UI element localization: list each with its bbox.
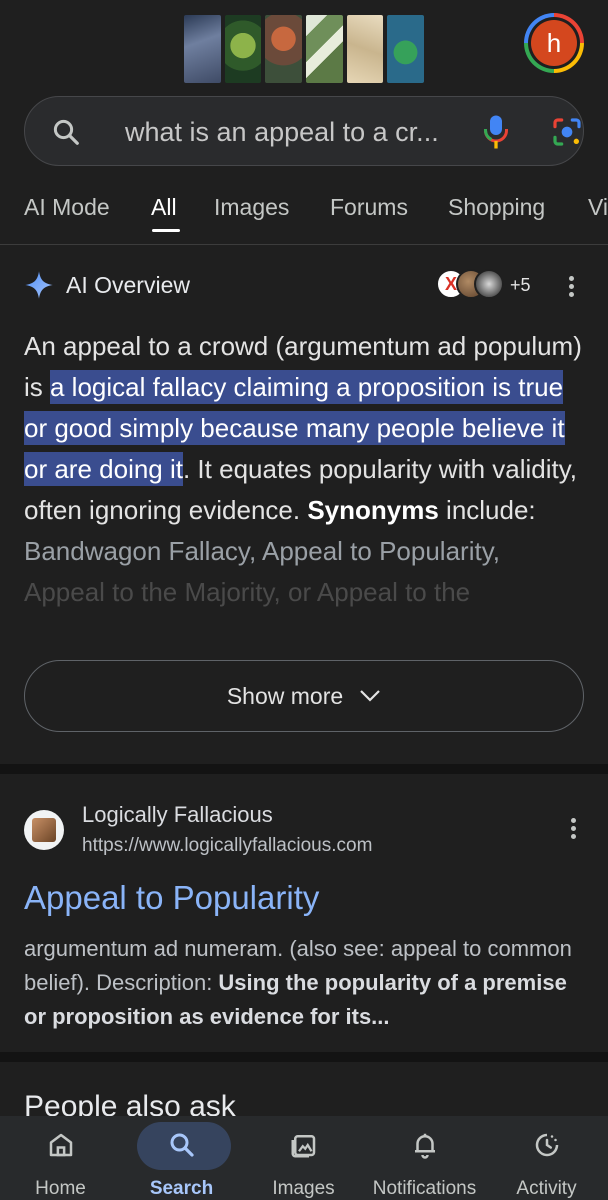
activity-icon (535, 1133, 559, 1157)
source-avatar (474, 269, 504, 299)
ai-bold-text: Synonyms (307, 495, 439, 525)
ai-text: include: (438, 495, 536, 525)
nav-notifications[interactable]: Notifications (364, 1116, 485, 1200)
microphone-icon[interactable] (481, 114, 511, 150)
result-snippet: argumentum ad numeram. (also see: appeal… (24, 932, 586, 1034)
home-icon (49, 1133, 73, 1157)
search-tabs: AI Mode All Images Forums Shopping Vi (0, 180, 608, 244)
more-options-icon[interactable] (568, 276, 574, 298)
ai-overview-title: AI Overview (66, 272, 190, 298)
nav-search[interactable]: Search (121, 1116, 242, 1200)
doodle-tile (265, 15, 303, 83)
google-lens-icon[interactable] (551, 116, 583, 148)
avatar-ring-inner: h (528, 17, 580, 69)
sources-more-count: +5 (510, 275, 531, 295)
doodle-tile (224, 15, 262, 83)
account-avatar-button[interactable]: h (524, 13, 584, 73)
search-query-text[interactable]: what is an appeal to a cr... (125, 97, 439, 167)
doodle-tile (346, 15, 384, 83)
nav-label: Search (149, 1178, 214, 1199)
result-more-options-icon[interactable] (570, 818, 576, 840)
tab-shopping[interactable]: Shopping (448, 194, 545, 221)
active-tab-indicator (152, 229, 180, 232)
search-box[interactable]: what is an appeal to a cr... (24, 96, 584, 166)
nav-images[interactable]: Images (243, 1116, 364, 1200)
divider (0, 244, 608, 245)
bottom-navigation: Home Search Images Notifications Activit… (0, 1116, 608, 1200)
tab-videos[interactable]: Vi (588, 194, 608, 221)
section-divider (0, 1052, 608, 1062)
section-divider (0, 764, 608, 774)
tab-all[interactable]: All (151, 194, 177, 221)
nav-label: Notifications (372, 1178, 477, 1199)
result-url[interactable]: https://www.logicallyfallacious.com (82, 835, 372, 857)
show-more-label: Show more (226, 682, 344, 709)
ai-overview-header: AI Overview X +5 (24, 268, 594, 304)
ai-overview-text: An appeal to a crowd (argumentum ad popu… (24, 326, 584, 646)
avatar: h (531, 20, 577, 66)
nav-label: Images (272, 1178, 335, 1199)
result-title-link[interactable]: Appeal to Popularity (24, 879, 319, 917)
nav-home[interactable]: Home (0, 1116, 121, 1200)
header: h (0, 0, 608, 92)
doodle-tile (387, 15, 425, 83)
search-icon (53, 119, 79, 145)
doodle-tile (306, 15, 343, 83)
site-favicon[interactable] (24, 810, 64, 850)
tab-images[interactable]: Images (214, 194, 289, 221)
result-site-name[interactable]: Logically Fallacious (82, 802, 273, 828)
ai-faded-text: Appeal to the Majority, or Appeal to the (24, 577, 471, 607)
tab-ai-mode[interactable]: AI Mode (24, 194, 110, 221)
search-icon (170, 1133, 194, 1157)
google-doodle[interactable] (184, 15, 425, 83)
tab-forums[interactable]: Forums (330, 194, 408, 221)
chevron-down-icon (360, 690, 380, 702)
images-icon (291, 1135, 316, 1158)
show-more-button[interactable]: Show more (24, 660, 584, 732)
nav-activity[interactable]: Activity (486, 1116, 607, 1200)
ai-sparkle-icon (25, 271, 53, 299)
bell-icon (415, 1133, 435, 1159)
ai-faded-text: Bandwagon Fallacy, Appeal to Popularity, (24, 536, 500, 566)
nav-label: Activity (516, 1178, 577, 1199)
nav-label: Home (35, 1178, 86, 1199)
doodle-tile (184, 15, 221, 83)
